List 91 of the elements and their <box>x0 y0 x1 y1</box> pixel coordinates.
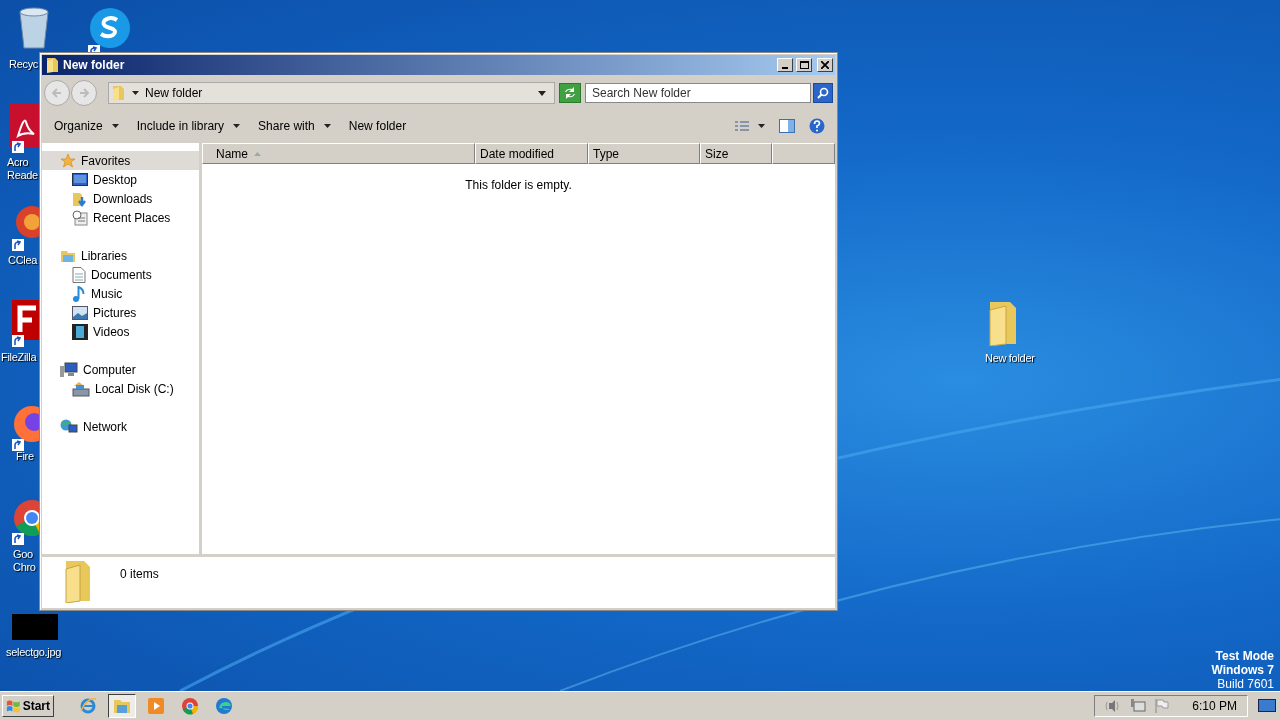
nav-item[interactable]: Libraries <box>42 246 199 265</box>
refresh-icon <box>563 87 577 99</box>
nav-item-label: Local Disk (C:) <box>95 381 174 396</box>
picture-icon <box>72 305 88 320</box>
recent-places-icon <box>72 209 88 226</box>
test-mode-text: Test Mode <box>1214 649 1274 663</box>
clock[interactable]: 6:10 PM <box>1192 699 1237 713</box>
test-mode-text: Build 7601 <box>1216 677 1274 691</box>
caret-icon <box>132 90 139 96</box>
folder-icon <box>113 697 131 715</box>
filezilla-icon[interactable] <box>10 298 40 342</box>
close-button[interactable] <box>817 58 833 72</box>
nav-item-label: Music <box>91 286 123 301</box>
desktop-icon-label[interactable]: selectgo.jpg <box>6 646 62 659</box>
desktop-icon-label[interactable]: FileZilla <box>1 351 37 364</box>
computer-icon <box>60 361 78 378</box>
film-icon <box>72 323 88 340</box>
desktop-icon-label[interactable]: Goo Chro <box>13 548 36 574</box>
folder-icon <box>112 85 126 101</box>
window-title: New folder <box>63 58 125 72</box>
nav-item[interactable]: Documents <box>42 265 199 284</box>
toolbar-button[interactable]: New folder <box>340 116 415 136</box>
play-icon <box>147 697 165 715</box>
nav-item[interactable]: Music <box>42 284 199 303</box>
column-header[interactable]: Type <box>588 143 700 164</box>
nav-item-label: Pictures <box>93 305 137 320</box>
maximize-icon <box>799 61 809 69</box>
nav-item-label: Documents <box>91 267 152 282</box>
windows-logo-icon <box>6 699 21 713</box>
desktop-icon-label[interactable]: New folder <box>985 352 1035 365</box>
start-button[interactable]: Start <box>2 695 54 717</box>
column-header[interactable]: Name <box>202 143 475 164</box>
desktop-icon-label[interactable]: Recyc <box>9 58 39 71</box>
desktop-icon-label[interactable]: CClea <box>8 254 38 267</box>
test-mode-text: Windows 7 <box>1211 663 1274 677</box>
pane-icon <box>779 119 795 133</box>
maximize-button[interactable] <box>796 58 812 72</box>
item-count: 0 items <box>120 567 159 581</box>
network-icon[interactable] <box>1130 699 1147 713</box>
dropdown-caret-icon <box>538 90 546 96</box>
nav-item[interactable]: Recent Places <box>42 208 199 227</box>
disk-icon <box>72 380 90 397</box>
toolbar-button[interactable]: Include in library <box>128 116 249 136</box>
close-icon <box>821 61 829 69</box>
star-icon <box>60 152 76 169</box>
music-note-icon <box>72 285 86 302</box>
pdf-icon[interactable] <box>10 104 40 148</box>
list-view-icon <box>735 120 765 132</box>
nav-item[interactable]: Favorites <box>42 151 199 170</box>
desktop-icon-label[interactable]: Acro Reade <box>7 156 38 182</box>
search-field[interactable]: Search New folder <box>585 83 811 103</box>
nav-item-label: Libraries <box>81 248 128 263</box>
nav-item[interactable]: Computer <box>42 360 199 379</box>
speaker-icon[interactable] <box>1105 699 1122 713</box>
network-icon <box>60 418 78 435</box>
nav-item-label: Favorites <box>81 153 131 168</box>
folder-icon <box>46 57 60 73</box>
nav-item-label: Downloads <box>93 191 153 206</box>
edge-icon <box>215 697 233 715</box>
download-folder-icon <box>72 190 88 207</box>
document-icon <box>72 266 86 283</box>
toolbar-button[interactable]: Organize <box>46 116 127 136</box>
nav-item-label: Network <box>83 419 127 434</box>
chrome-icon <box>181 697 199 715</box>
nav-item[interactable]: Pictures <box>42 303 199 322</box>
refresh-button[interactable] <box>559 83 581 103</box>
minimize-button[interactable] <box>777 58 793 72</box>
nav-item-label: Videos <box>93 324 130 339</box>
nav-item-label: Desktop <box>93 172 138 187</box>
back-arrow-icon <box>51 87 63 99</box>
forward-arrow-icon <box>78 87 90 99</box>
nav-item[interactable]: Downloads <box>42 189 199 208</box>
desktop-icon <box>72 172 88 187</box>
nav-item-label: Recent Places <box>93 210 171 225</box>
nav-item[interactable]: Desktop <box>42 170 199 189</box>
nav-item[interactable]: Network <box>42 417 199 436</box>
column-header[interactable]: Size <box>700 143 772 164</box>
nav-item[interactable]: Local Disk (C:) <box>42 379 199 398</box>
taskbar-explorer-button[interactable] <box>108 694 136 718</box>
toolbar-button[interactable]: Share with <box>250 116 339 136</box>
nav-item[interactable]: Videos <box>42 322 199 341</box>
show-desktop-icon[interactable] <box>1258 699 1276 713</box>
desktop-icon-label[interactable]: Fire <box>16 450 34 463</box>
nav-item-label: Computer <box>83 362 136 377</box>
column-header[interactable]: Date modified <box>475 143 588 164</box>
address-bar[interactable]: New folder <box>108 82 555 104</box>
ie-icon <box>79 697 97 715</box>
search-icon <box>817 87 829 99</box>
help-icon <box>809 118 825 134</box>
search-button[interactable] <box>813 83 833 103</box>
empty-folder-message: This folder is empty. <box>465 178 572 192</box>
